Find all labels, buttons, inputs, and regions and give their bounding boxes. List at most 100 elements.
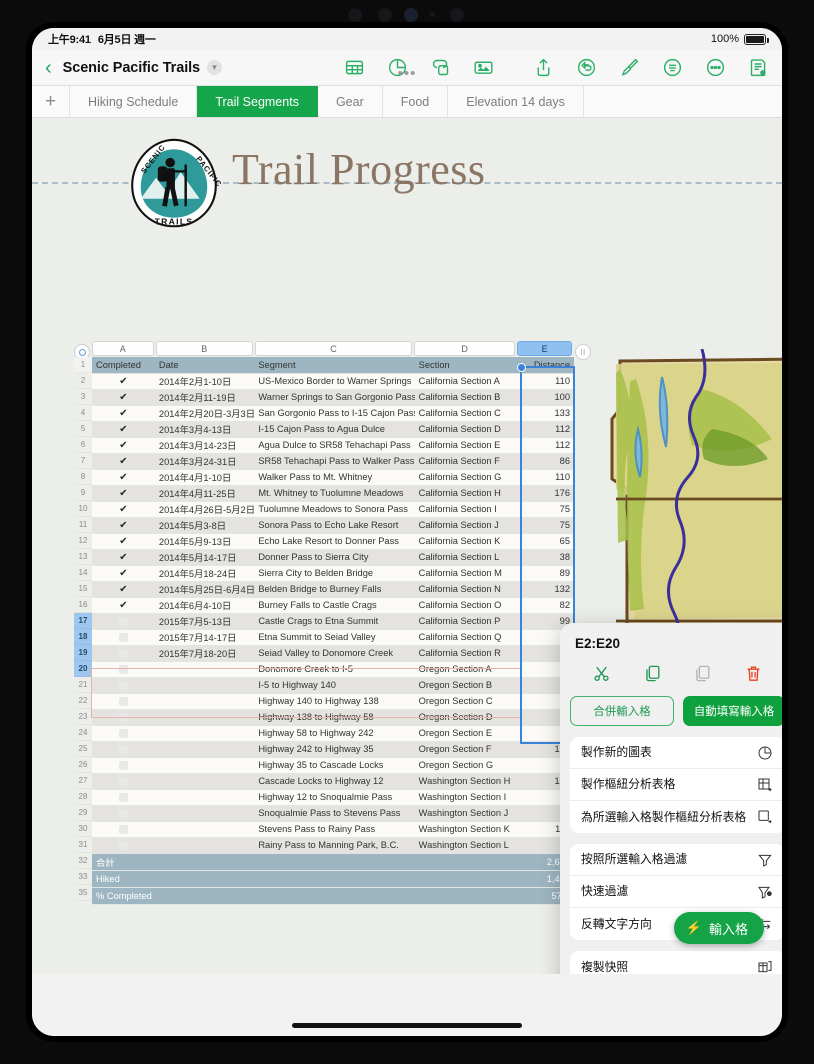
cell-date[interactable]: 2014年3月4-13日 [154, 421, 255, 437]
cell-distance[interactable]: 110 [518, 469, 574, 485]
row-number-25[interactable]: 25 [74, 741, 92, 757]
cell-segment[interactable]: Mt. Whitney to Tuolumne Meadows [254, 485, 415, 501]
cell-date[interactable]: 2014年4月1-10日 [154, 469, 255, 485]
cell-date[interactable]: 2014年5月18-24日 [154, 565, 255, 581]
cell-section[interactable]: California Section P [414, 613, 519, 629]
row-number-13[interactable]: 13 [74, 549, 92, 565]
table-row[interactable]: Cascade Locks to Highway 12 Washington Se… [92, 773, 574, 789]
table-freeze-handle[interactable]: II [575, 344, 591, 360]
table-summary-row[interactable]: Hiked 1,495 [92, 870, 574, 887]
checkbox-icon[interactable] [118, 809, 128, 819]
cell-completed[interactable] [92, 805, 155, 821]
cell-date[interactable] [154, 789, 255, 805]
table-row[interactable]: ✔ 2014年2月1-10日 US-Mexico Border to Warner … [92, 373, 574, 389]
table-row[interactable]: Highway 35 to Cascade Locks Oregon Sectio… [92, 757, 574, 773]
cell-date[interactable]: 2014年4月26日-5月2日 [154, 501, 255, 517]
cell-completed[interactable]: ✔ [92, 373, 155, 389]
cell-distance[interactable]: 176 [518, 485, 574, 501]
cell-completed[interactable]: ✔ [92, 517, 155, 533]
copy-icon[interactable] [640, 661, 664, 685]
row-number-30[interactable]: 30 [74, 821, 92, 837]
filter-by-selection-item[interactable]: 按照所選輸入格過濾 [570, 844, 782, 876]
cell-section[interactable]: California Section G [414, 469, 519, 485]
cell-segment[interactable]: SR58 Tehachapi Pass to Walker Pass [254, 453, 415, 469]
cell-date[interactable]: 2014年5月3-8日 [154, 517, 255, 533]
checkbox-icon[interactable] [118, 793, 128, 803]
undo-icon[interactable] [575, 57, 597, 79]
cell-section[interactable]: Washington Section L [414, 837, 519, 853]
column-header-e[interactable]: E [517, 341, 572, 356]
cell-date[interactable] [154, 741, 255, 757]
cell-date[interactable] [154, 757, 255, 773]
checkbox-icon[interactable] [118, 729, 128, 739]
cell-segment[interactable]: Echo Lake Resort to Donner Pass [254, 533, 415, 549]
table-row[interactable]: ✔ 2014年4月26日-5月2日 Tuolumne Meadows to Sono… [92, 501, 574, 517]
cell-section[interactable]: Washington Section J [414, 805, 519, 821]
column-header-a[interactable]: A [92, 341, 154, 356]
cell-completed[interactable] [92, 837, 155, 853]
row-number-16[interactable]: 16 [74, 597, 92, 613]
row-number-26[interactable]: 26 [74, 757, 92, 773]
row-number-32[interactable]: 32 [74, 853, 92, 869]
cell-segment[interactable]: Snoqualmie Pass to Stevens Pass [254, 805, 415, 821]
cell-completed[interactable]: ✔ [92, 421, 155, 437]
cell-date[interactable]: 2014年2月20日-3月3日 [154, 405, 255, 421]
checkbox-icon[interactable] [118, 841, 128, 851]
cell-section[interactable]: California Section O [414, 597, 519, 613]
home-indicator[interactable] [292, 1023, 522, 1028]
quick-filter-item[interactable]: 快速過濾 [570, 876, 782, 908]
cell-section[interactable]: California Section J [414, 517, 519, 533]
cell-segment[interactable]: Agua Dulce to SR58 Tehachapi Pass [254, 437, 415, 453]
shapes-icon[interactable] [429, 57, 451, 79]
row-number-10[interactable]: 10 [74, 501, 92, 517]
cell-segment[interactable]: Highway 12 to Snoqualmie Pass [254, 789, 415, 805]
cell-date[interactable]: 2014年3月24-31日 [154, 453, 255, 469]
row-number-24[interactable]: 24 [74, 725, 92, 741]
column-header-b[interactable]: B [155, 341, 253, 356]
checkbox-icon[interactable] [118, 825, 128, 835]
cell-date[interactable]: 2014年6月4-10日 [154, 597, 255, 613]
row-number-33[interactable]: 33 [74, 869, 92, 885]
delete-icon[interactable] [742, 661, 766, 685]
cell-section[interactable]: California Section C [414, 405, 519, 421]
cell-completed[interactable]: ✔ [92, 469, 155, 485]
cell-completed[interactable]: ✔ [92, 453, 155, 469]
cell-distance[interactable]: 38 [518, 549, 574, 565]
column-header-c[interactable]: C [254, 341, 412, 356]
cell-date[interactable]: 2015年7月14-17日 [154, 629, 255, 645]
table-row[interactable]: ✔ 2014年6月4-10日 Burney Falls to Castle Crag… [92, 597, 574, 613]
cell-completed[interactable]: ✔ [92, 549, 155, 565]
row-number-35[interactable]: 35 [74, 885, 92, 901]
table-row[interactable]: ✔ 2014年3月24-31日 SR58 Tehachapi Pass to Wal… [92, 453, 574, 469]
cell-segment[interactable]: Highway 58 to Highway 242 [254, 725, 415, 741]
cell-distance[interactable]: 132 [518, 581, 574, 597]
row-number-31[interactable]: 31 [74, 837, 92, 853]
cell-distance[interactable]: 112 [518, 437, 574, 453]
cell-completed[interactable]: ✔ [92, 565, 155, 581]
row-number-21[interactable]: 21 [74, 677, 92, 693]
cell-distance[interactable]: 110 [518, 373, 574, 389]
cell-completed[interactable] [92, 757, 155, 773]
cell-completed[interactable]: ✔ [92, 389, 155, 405]
selection-handle[interactable] [517, 363, 526, 372]
table-row[interactable]: ✔ 2014年3月14-23日 Agua Dulce to SR58 Tehacha… [92, 437, 574, 453]
checkbox-icon[interactable] [118, 761, 128, 771]
row-number-2[interactable]: 2 [74, 373, 92, 389]
cell-section[interactable]: California Section K [414, 533, 519, 549]
cell-segment[interactable]: Warner Springs to San Gorgonio Pass [254, 389, 415, 405]
row-number-8[interactable]: 8 [74, 469, 92, 485]
cell-segment[interactable]: Seiad Valley to Donomore Creek [254, 645, 415, 661]
sheet-tab-elevation[interactable]: Elevation 14 days [448, 86, 584, 117]
cell-date[interactable]: 2014年2月11-19日 [154, 389, 255, 405]
autofill-cells-button[interactable]: 自動填寫輸入格 [683, 696, 782, 726]
table-row[interactable]: Highway 242 to Highway 35 Oregon Section … [92, 741, 574, 757]
sheet-tab-food[interactable]: Food [383, 86, 449, 117]
cut-icon[interactable] [589, 661, 613, 685]
cell-section[interactable]: California Section M [414, 565, 519, 581]
row-number-19[interactable]: 19 [74, 645, 92, 661]
cell-distance[interactable]: 89 [518, 565, 574, 581]
media-icon[interactable] [472, 57, 494, 79]
table-row[interactable]: ✔ 2014年3月4-13日 I-15 Cajon Pass to Agua Dul… [92, 421, 574, 437]
cell-distance[interactable]: 75 [518, 517, 574, 533]
cell-date[interactable] [154, 821, 255, 837]
